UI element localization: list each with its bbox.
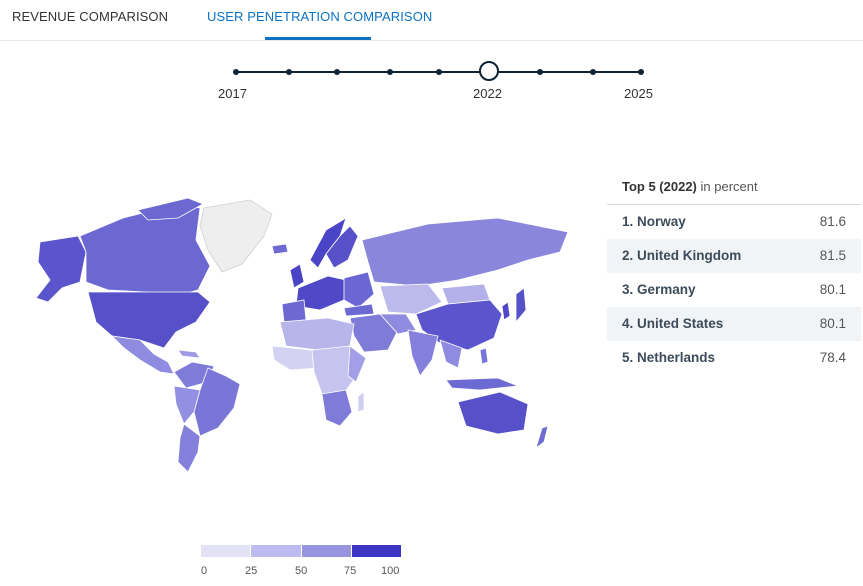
legend-tick-labels: 0 25 50 75 100 (201, 565, 401, 581)
map-region-japan (515, 287, 527, 324)
legend-swatch-25-50 (251, 545, 302, 557)
top5-row: 2. United Kingdom 81.5 (607, 239, 861, 273)
legend-color-scale (201, 545, 401, 557)
timeline-point[interactable] (286, 69, 292, 75)
map-region-iceland (271, 243, 289, 255)
map-region-united-states (87, 291, 211, 349)
tab-bar: REVENUE COMPARISON USER PENETRATION COMP… (0, 0, 863, 41)
legend-tick: 100 (381, 565, 400, 577)
map-region-caribbean (177, 349, 201, 359)
map-region-greenland (199, 199, 273, 273)
map-region-korea (501, 301, 511, 321)
timeline-point-2025[interactable] (638, 69, 644, 75)
timeline-point[interactable] (537, 69, 543, 75)
top5-value: 81.6 (819, 214, 846, 229)
top5-country: 2. United Kingdom (622, 248, 742, 263)
top5-row: 4. United States 80.1 (607, 307, 861, 341)
top5-value: 80.1 (819, 282, 846, 297)
active-tab-indicator (265, 37, 371, 40)
top5-row: 5. Netherlands 78.4 (607, 341, 861, 375)
map-region-iberia (281, 299, 307, 323)
top5-title-suffix: in percent (696, 179, 758, 194)
top5-value: 81.5 (819, 248, 846, 263)
color-legend: 0 25 50 75 100 (201, 545, 401, 581)
legend-tick: 0 (201, 565, 208, 577)
top5-row: 1. Norway 81.6 (607, 205, 861, 239)
map-region-australia (457, 391, 529, 435)
top5-row: 3. Germany 80.1 (607, 273, 861, 307)
top5-country: 3. Germany (622, 282, 696, 297)
tab-revenue-comparison[interactable]: REVENUE COMPARISON (12, 9, 168, 24)
year-timeline[interactable]: 2017 2022 2025 (200, 55, 680, 105)
world-choropleth-map[interactable] (28, 190, 588, 480)
top5-title: Top 5 (2022) in percent (607, 172, 861, 205)
map-region-philippines (479, 347, 489, 365)
map-region-west-africa (271, 345, 319, 371)
legend-tick: 25 (245, 565, 258, 577)
map-region-russia (361, 217, 569, 287)
timeline-point[interactable] (590, 69, 596, 75)
timeline-point-2017[interactable] (233, 69, 239, 75)
map-region-india (407, 329, 439, 377)
top5-title-bold: Top 5 (2022) (622, 179, 697, 194)
timeline-start-label: 2017 (218, 86, 247, 101)
top5-panel: Top 5 (2022) in percent 1. Norway 81.6 2… (607, 172, 861, 375)
timeline-selected-label: 2022 (473, 86, 502, 101)
timeline-end-label: 2025 (624, 86, 653, 101)
map-region-new-zealand (535, 425, 549, 450)
map-region-southern-africa (321, 389, 353, 427)
legend-swatch-50-75 (301, 545, 352, 557)
top5-value: 78.4 (819, 350, 846, 365)
timeline-point[interactable] (387, 69, 393, 75)
legend-swatch-0-25 (201, 545, 252, 557)
map-region-eastern-europe (343, 271, 375, 309)
map-region-turkey (343, 303, 375, 317)
timeline-selected-handle[interactable] (479, 61, 499, 81)
legend-swatch-75-100 (351, 545, 401, 557)
timeline-point[interactable] (436, 69, 442, 75)
map-region-alaska (35, 235, 87, 303)
map-region-united-kingdom (289, 263, 305, 289)
top5-country: 5. Netherlands (622, 350, 716, 365)
top5-value: 80.1 (819, 316, 846, 331)
top5-country: 1. Norway (622, 214, 686, 229)
legend-tick: 50 (295, 565, 308, 577)
timeline-point[interactable] (334, 69, 340, 75)
map-region-madagascar (357, 391, 365, 413)
map-region-argentina-chile (177, 423, 201, 473)
legend-tick: 75 (344, 565, 357, 577)
map-region-indonesia (445, 377, 519, 391)
tab-user-penetration-comparison[interactable]: USER PENETRATION COMPARISON (207, 9, 432, 24)
top5-country: 4. United States (622, 316, 724, 331)
map-region-north-africa (279, 317, 355, 351)
map-region-canada (79, 203, 211, 297)
